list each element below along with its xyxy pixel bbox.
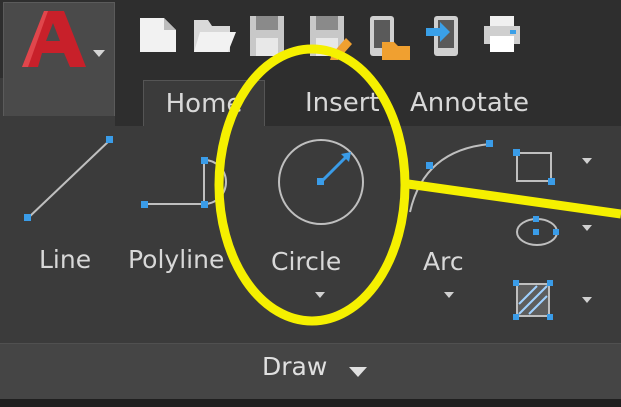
new-file-button[interactable] <box>138 14 178 58</box>
save-icon <box>250 16 284 56</box>
open-from-web-icon <box>370 16 410 60</box>
save-to-web-icon <box>426 16 458 56</box>
autocad-ribbon-window: Home Insert Annotate Line Polyline Circl… <box>0 0 621 407</box>
circle-tool-label[interactable]: Circle <box>271 247 341 276</box>
polyline-tool-label[interactable]: Polyline <box>128 245 224 274</box>
print-button[interactable] <box>482 14 522 58</box>
open-folder-icon <box>194 20 236 52</box>
window-bottom-edge <box>0 399 621 407</box>
circle-dropdown-chevron-icon[interactable] <box>315 292 325 298</box>
draw-panel-title[interactable]: Draw <box>262 352 327 381</box>
arc-tool-label[interactable]: Arc <box>423 247 464 276</box>
hatch-icon[interactable] <box>511 278 557 324</box>
app-logo-icon <box>22 11 86 67</box>
ellipse-dropdown-chevron-icon[interactable] <box>582 225 592 231</box>
save-as-icon <box>310 16 352 60</box>
circle-tool-icon[interactable] <box>275 138 369 228</box>
line-tool-icon[interactable] <box>18 132 118 224</box>
line-tool-label[interactable]: Line <box>39 245 91 274</box>
rectangle-dropdown-chevron-icon[interactable] <box>582 158 592 164</box>
ellipse-icon[interactable] <box>511 212 561 252</box>
open-button[interactable] <box>194 14 236 58</box>
new-file-icon <box>140 18 176 52</box>
rectangle-icon[interactable] <box>511 147 557 187</box>
polyline-tool-icon[interactable] <box>132 150 232 220</box>
open-from-web-button[interactable] <box>368 14 410 60</box>
save-button[interactable] <box>248 14 288 58</box>
application-menu-button[interactable] <box>3 2 115 116</box>
save-to-web-button[interactable] <box>424 14 464 58</box>
tab-home[interactable]: Home <box>143 80 265 126</box>
hatch-dropdown-chevron-icon[interactable] <box>582 297 592 303</box>
tab-insert[interactable]: Insert <box>305 80 380 126</box>
save-as-button[interactable] <box>308 14 352 60</box>
arc-tool-icon[interactable] <box>404 138 500 218</box>
tab-annotate[interactable]: Annotate <box>410 80 529 126</box>
arc-dropdown-chevron-icon[interactable] <box>444 292 454 298</box>
chevron-down-icon <box>93 50 105 57</box>
print-icon <box>484 16 520 52</box>
draw-panel-expand-chevron-icon[interactable] <box>349 367 367 377</box>
